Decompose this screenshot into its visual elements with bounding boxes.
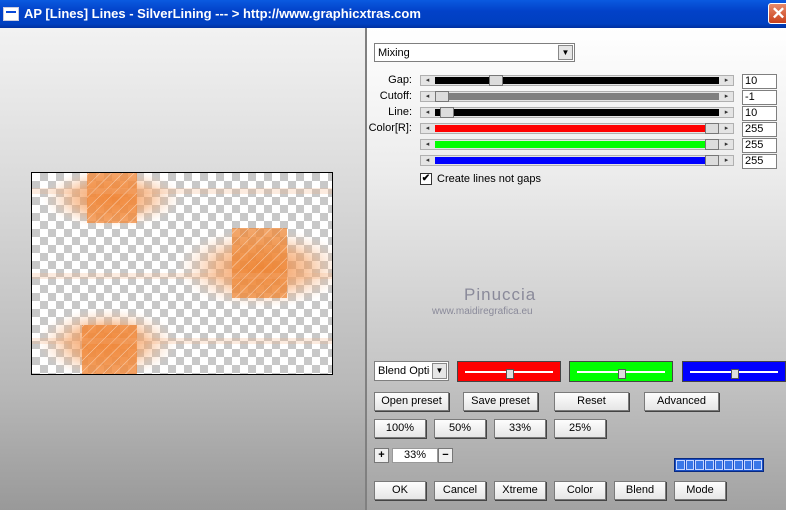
param-label: Color[R]: — [368, 122, 412, 134]
param-value-field[interactable]: 255 — [742, 122, 777, 137]
zoom-in-button[interactable]: + — [374, 448, 389, 463]
param-slider[interactable]: ◂ ▸ — [420, 139, 734, 150]
slider-left-arrow-icon[interactable]: ◂ — [422, 140, 433, 149]
color-channel-slider[interactable] — [457, 361, 561, 382]
open-preset-button[interactable]: Open preset — [374, 392, 449, 411]
param-slider[interactable]: ◂ ▸ — [420, 75, 734, 86]
slider-right-arrow-icon[interactable]: ▸ — [721, 156, 732, 165]
slider-thumb[interactable] — [705, 123, 719, 134]
mode-button[interactable]: Mode — [674, 481, 726, 500]
zoom-33-button[interactable]: 33% — [494, 419, 546, 438]
slider-thumb[interactable] — [435, 91, 449, 102]
watermark-name: Pinuccia — [464, 285, 537, 304]
slider-right-arrow-icon[interactable]: ▸ — [721, 124, 732, 133]
slider-fill — [435, 125, 719, 132]
xtreme-button[interactable]: Xtreme — [494, 481, 546, 500]
chevron-down-icon[interactable]: ▼ — [558, 45, 573, 60]
param-slider[interactable]: ◂ ▸ — [420, 123, 734, 134]
slider-right-arrow-icon[interactable]: ▸ — [721, 108, 732, 117]
param-slider[interactable]: ◂ ▸ — [420, 91, 734, 102]
reset-button[interactable]: Reset — [554, 392, 629, 411]
zoom-50-button[interactable]: 50% — [434, 419, 486, 438]
slider-right-arrow-icon[interactable]: ▸ — [721, 76, 732, 85]
slider-thumb[interactable] — [705, 139, 719, 150]
window-menu-icon[interactable] — [3, 7, 19, 21]
zoom-value: 33% — [392, 448, 438, 463]
slider-fill — [435, 109, 719, 116]
slider-fill — [435, 77, 719, 84]
title-bar: AP [Lines] Lines - SilverLining --- > ht… — [0, 0, 786, 28]
chevron-down-icon[interactable]: ▼ — [432, 363, 447, 379]
slider-left-arrow-icon[interactable]: ◂ — [422, 92, 433, 101]
param-value-field[interactable]: -1 — [742, 90, 777, 105]
advanced-button[interactable]: Advanced — [644, 392, 719, 411]
slider-left-arrow-icon[interactable]: ◂ — [422, 156, 433, 165]
color-button[interactable]: Color — [554, 481, 606, 500]
param-value-field[interactable]: 10 — [742, 74, 777, 89]
blend-options-value: Blend Options — [378, 365, 430, 377]
slider-thumb[interactable] — [705, 155, 719, 166]
create-lines-checkbox[interactable]: ✔ — [420, 173, 432, 185]
mode-select[interactable]: Mixing ▼ — [374, 43, 575, 62]
slider-thumb[interactable] — [506, 369, 514, 379]
param-value-field[interactable]: 10 — [742, 106, 777, 121]
slider-thumb[interactable] — [489, 75, 503, 86]
mode-select-value: Mixing — [378, 47, 410, 59]
slider-fill — [435, 93, 719, 100]
color-channel-slider[interactable] — [682, 361, 786, 382]
watermark-url: www.maidiregrafica.eu — [432, 306, 533, 317]
progress-indicator — [674, 458, 764, 472]
slider-fill — [435, 157, 719, 164]
param-label: Cutoff: — [379, 90, 412, 102]
slider-left-arrow-icon[interactable]: ◂ — [422, 76, 433, 85]
zoom-25-button[interactable]: 25% — [554, 419, 606, 438]
preview-canvas[interactable] — [31, 172, 333, 375]
param-slider[interactable]: ◂ ▸ — [420, 155, 734, 166]
create-lines-label: Create lines not gaps — [437, 173, 541, 185]
slider-left-arrow-icon[interactable]: ◂ — [422, 124, 433, 133]
preview-image — [32, 173, 332, 374]
zoom-100-button[interactable]: 100% — [374, 419, 426, 438]
window-title: AP [Lines] Lines - SilverLining --- > ht… — [24, 6, 421, 21]
slider-fill — [435, 141, 719, 148]
save-preset-button[interactable]: Save preset — [463, 392, 538, 411]
color-channel-slider[interactable] — [569, 361, 673, 382]
slider-thumb[interactable] — [731, 369, 739, 379]
ok-button[interactable]: OK — [374, 481, 426, 500]
zoom-out-button[interactable]: − — [438, 448, 453, 463]
slider-left-arrow-icon[interactable]: ◂ — [422, 108, 433, 117]
cancel-button[interactable]: Cancel — [434, 481, 486, 500]
blend-button[interactable]: Blend — [614, 481, 666, 500]
param-label: Gap: — [388, 74, 412, 86]
slider-thumb[interactable] — [440, 107, 455, 118]
close-button[interactable]: ✕ — [768, 3, 786, 24]
param-label: Line: — [388, 106, 412, 118]
slider-thumb[interactable] — [618, 369, 626, 379]
param-value-field[interactable]: 255 — [742, 138, 777, 153]
slider-right-arrow-icon[interactable]: ▸ — [721, 92, 732, 101]
param-slider[interactable]: ◂ ▸ — [420, 107, 734, 118]
param-value-field[interactable]: 255 — [742, 154, 777, 169]
slider-right-arrow-icon[interactable]: ▸ — [721, 140, 732, 149]
blend-options-select[interactable]: Blend Options ▼ — [374, 361, 449, 381]
